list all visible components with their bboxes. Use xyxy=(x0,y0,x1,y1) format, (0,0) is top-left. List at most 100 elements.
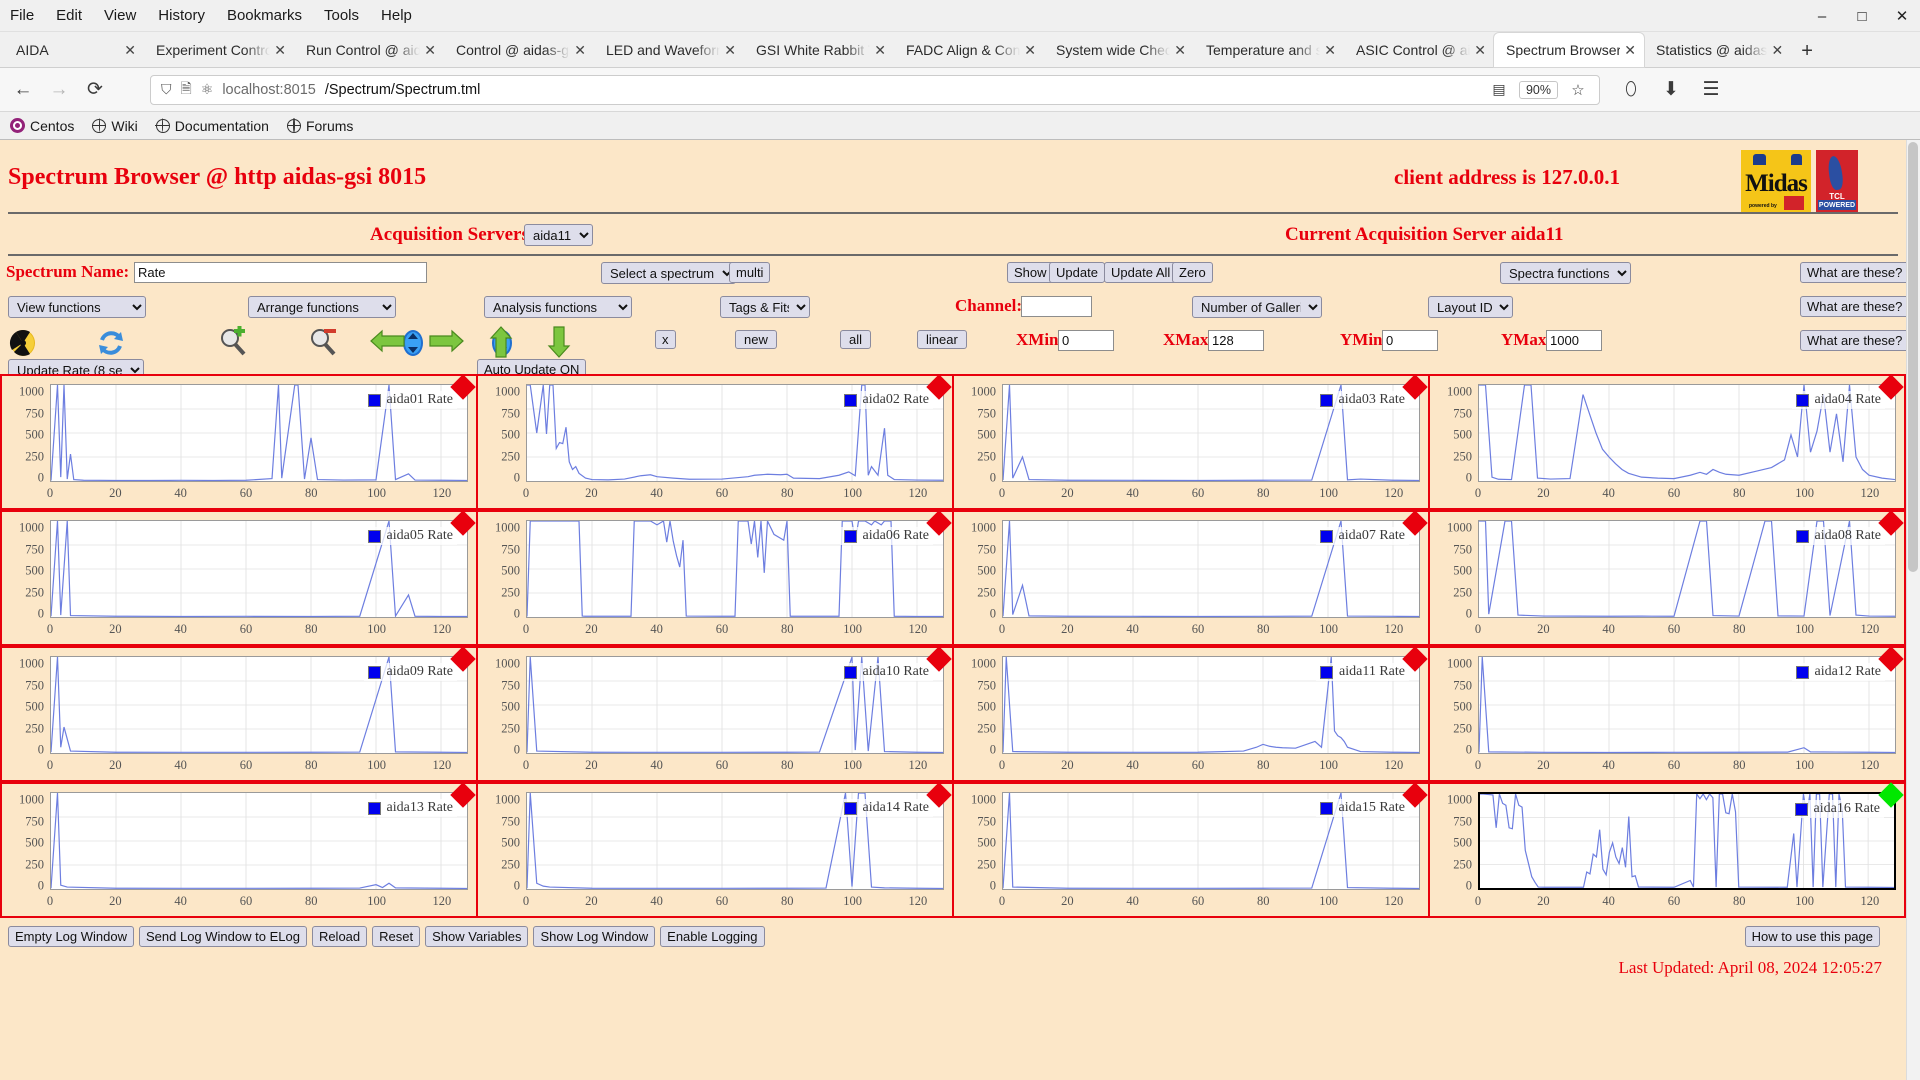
menu-history[interactable]: History xyxy=(158,7,205,24)
what-are-these-button-3[interactable]: What are these? xyxy=(1800,330,1910,351)
new-tab-button[interactable]: + xyxy=(1791,40,1823,67)
url-bar[interactable]: ⛉ 🗎 ⚛ localhost:8015/Spectrum/Spectrum.t… xyxy=(150,74,1600,105)
spectrum-panel-15[interactable]: 0 250 500 750 1000 aida15 Rate 0 20 40 60 80 100 120 xyxy=(952,782,1430,918)
ymax-input[interactable] xyxy=(1546,330,1602,351)
menu-file[interactable]: File xyxy=(10,7,34,24)
plot-area[interactable]: aida03 Rate xyxy=(1002,384,1420,482)
update-button[interactable]: Update xyxy=(1049,262,1105,283)
what-are-these-button-1[interactable]: What are these? xyxy=(1800,262,1910,283)
tab-close-icon[interactable]: ✕ xyxy=(874,42,886,59)
tab-close-icon[interactable]: ✕ xyxy=(1474,42,1486,59)
what-are-these-button-2[interactable]: What are these? xyxy=(1800,296,1910,317)
back-icon[interactable]: ← xyxy=(12,79,34,101)
browser-tab-6[interactable]: FADC Align & Control✕ xyxy=(894,33,1044,67)
spectrum-panel-10[interactable]: 0 250 500 750 1000 aida10 Rate 0 20 40 60 80 100 120 xyxy=(476,646,954,782)
footer-button-empty-log-window[interactable]: Empty Log Window xyxy=(8,926,134,947)
tab-close-icon[interactable]: ✕ xyxy=(1174,42,1186,59)
spectrum-panel-9[interactable]: 0 250 500 750 1000 aida09 Rate 0 20 40 60 80 100 120 xyxy=(0,646,478,782)
browser-tab-10[interactable]: Spectrum Browser ✕ xyxy=(1494,33,1644,67)
plot-area[interactable]: aida06 Rate xyxy=(526,520,944,618)
spectrum-panel-14[interactable]: 0 250 500 750 1000 aida14 Rate 0 20 40 60 80 100 120 xyxy=(476,782,954,918)
browser-tab-3[interactable]: Control @ aidas-gsi ✕ xyxy=(444,33,594,67)
layout-id-dropdown[interactable]: Layout ID=1 xyxy=(1428,296,1513,318)
browser-tab-0[interactable]: AIDA ✕ xyxy=(4,33,144,67)
tab-close-icon[interactable]: ✕ xyxy=(1624,42,1636,59)
browser-tab-7[interactable]: System wide Checks✕ xyxy=(1044,33,1194,67)
spectrum-panel-8[interactable]: 0 250 500 750 1000 aida08 Rate 0 20 40 60 80 100 120 xyxy=(1428,510,1906,646)
tags-and-fits-dropdown[interactable]: Tags & Fits xyxy=(720,296,810,318)
multi-button[interactable]: multi xyxy=(729,262,771,283)
arrow-right-icon[interactable] xyxy=(428,328,464,354)
number-of-galleries-dropdown[interactable]: Number of Galleries xyxy=(1192,296,1322,318)
tab-close-icon[interactable]: ✕ xyxy=(1024,42,1036,59)
browser-tab-8[interactable]: Temperature and sta✕ xyxy=(1194,33,1344,67)
acquisition-server-select[interactable]: aida11 xyxy=(524,224,593,246)
refresh-icon[interactable] xyxy=(96,328,126,358)
spectrum-panel-1[interactable]: 0 250 500 750 1000 aida01 Rate 0 20 40 60 80 100 120 xyxy=(0,374,478,510)
new-button[interactable]: new xyxy=(735,330,777,349)
scrollbar-thumb[interactable] xyxy=(1908,142,1918,572)
spectra-functions-dropdown[interactable]: Spectra functions xyxy=(1500,262,1631,284)
spectrum-panel-5[interactable]: 0 250 500 750 1000 aida05 Rate 0 20 40 60 80 100 120 xyxy=(0,510,478,646)
all-button[interactable]: all xyxy=(840,330,872,349)
reader-mode-icon[interactable]: ▤ xyxy=(1488,81,1510,98)
spectrum-panel-7[interactable]: 0 250 500 750 1000 aida07 Rate 0 20 40 60 80 100 120 xyxy=(952,510,1430,646)
app-menu-icon[interactable]: ☰ xyxy=(1700,78,1722,101)
browser-tab-1[interactable]: Experiment Control ✕ xyxy=(144,33,294,67)
plot-area[interactable]: aida07 Rate xyxy=(1002,520,1420,618)
menu-help[interactable]: Help xyxy=(381,7,412,24)
browser-tab-11[interactable]: Statistics @ aidas ✕ xyxy=(1644,33,1791,67)
plot-area[interactable]: aida10 Rate xyxy=(526,656,944,754)
plot-area[interactable]: aida05 Rate xyxy=(50,520,468,618)
footer-button-enable-logging[interactable]: Enable Logging xyxy=(660,926,765,947)
spectrum-name-input[interactable] xyxy=(134,262,427,283)
show-button[interactable]: Show xyxy=(1007,262,1054,283)
spectrum-panel-12[interactable]: 0 250 500 750 1000 aida12 Rate 0 20 40 60 80 100 120 xyxy=(1428,646,1906,782)
spectrum-panel-3[interactable]: 0 250 500 750 1000 aida03 Rate 0 20 40 60 80 100 120 xyxy=(952,374,1430,510)
tab-close-icon[interactable]: ✕ xyxy=(124,42,136,59)
minimize-button[interactable]: – xyxy=(1812,8,1832,25)
bookmark-documentation[interactable]: Documentation xyxy=(155,118,269,134)
spectrum-panel-4[interactable]: 0 250 500 750 1000 aida04 Rate 0 20 40 60 80 100 120 xyxy=(1428,374,1906,510)
plot-area[interactable]: aida09 Rate xyxy=(50,656,468,754)
zoom-out-icon[interactable] xyxy=(307,326,337,356)
xmax-input[interactable] xyxy=(1208,330,1264,351)
tab-close-icon[interactable]: ✕ xyxy=(1771,42,1783,59)
tab-close-icon[interactable]: ✕ xyxy=(424,42,436,59)
bookmark-wiki[interactable]: Wiki xyxy=(91,118,138,134)
zoom-in-icon[interactable] xyxy=(217,325,247,356)
plot-area[interactable]: aida14 Rate xyxy=(526,792,944,890)
tab-close-icon[interactable]: ✕ xyxy=(1324,42,1336,59)
arrow-up-icon[interactable] xyxy=(488,326,522,358)
plot-area[interactable]: aida12 Rate xyxy=(1478,656,1896,754)
browser-tab-5[interactable]: GSI White Rabbit Time✕ xyxy=(744,33,894,67)
bookmark-star-icon[interactable]: ☆ xyxy=(1567,81,1589,99)
channel-input[interactable] xyxy=(1021,296,1092,317)
plot-area[interactable]: aida13 Rate xyxy=(50,792,468,890)
arrow-left-icon[interactable] xyxy=(370,328,405,354)
select-a-spectrum-dropdown[interactable]: Select a spectrum xyxy=(601,262,736,284)
ymin-input[interactable] xyxy=(1382,330,1438,351)
plot-area[interactable]: aida04 Rate xyxy=(1478,384,1896,482)
zero-button[interactable]: Zero xyxy=(1172,262,1213,283)
footer-button-show-log-window[interactable]: Show Log Window xyxy=(533,926,656,947)
spectrum-panel-6[interactable]: 0 250 500 750 1000 aida06 Rate 0 20 40 60 80 100 120 xyxy=(476,510,954,646)
x-button[interactable]: x xyxy=(655,330,676,349)
menu-edit[interactable]: Edit xyxy=(56,7,82,24)
plot-area[interactable]: aida15 Rate xyxy=(1002,792,1420,890)
menu-tools[interactable]: Tools xyxy=(324,7,359,24)
update-all-button[interactable]: Update All xyxy=(1104,262,1178,283)
xmin-input[interactable] xyxy=(1058,330,1114,351)
footer-button-reset[interactable]: Reset xyxy=(372,926,421,947)
plot-area[interactable]: aida02 Rate xyxy=(526,384,944,482)
footer-button-reload[interactable]: Reload xyxy=(311,926,368,947)
view-functions-dropdown[interactable]: View functions xyxy=(8,296,146,318)
plot-area[interactable]: aida08 Rate xyxy=(1478,520,1896,618)
tab-close-icon[interactable]: ✕ xyxy=(574,42,586,59)
linear-button[interactable]: linear xyxy=(917,330,967,349)
arrange-functions-dropdown[interactable]: Arrange functions xyxy=(248,296,396,318)
close-window-button[interactable]: ✕ xyxy=(1892,7,1912,25)
plot-area[interactable]: aida16 Rate xyxy=(1478,792,1896,890)
browser-tab-9[interactable]: ASIC Control @ aidas✕ xyxy=(1344,33,1494,67)
bookmark-forums[interactable]: Forums xyxy=(286,118,353,134)
